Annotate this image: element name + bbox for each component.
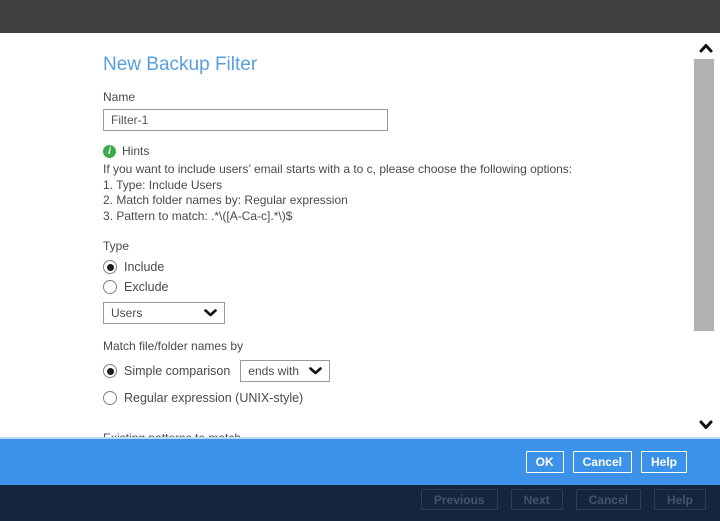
hint-step-3: 3. Pattern to match: .*\([A-Ca-c].*\)$ [103,209,633,225]
radio-regex-label: Regular expression (UNIX-style) [124,391,303,405]
scroll-up-icon[interactable] [699,40,713,58]
type-target-select[interactable]: Users [103,302,225,324]
wizard-nav-bar: Previous Next Cancel Help [0,485,720,521]
radio-exclude-control[interactable] [103,280,117,294]
top-bar [0,0,720,33]
ok-button[interactable]: OK [526,451,564,473]
wizard-cancel-button[interactable]: Cancel [576,489,641,510]
new-backup-filter-dialog: New Backup Filter Name i Hints If you wa… [103,33,633,477]
cancel-button[interactable]: Cancel [573,451,632,473]
info-icon: i [103,145,116,158]
previous-button[interactable]: Previous [421,489,498,510]
hint-step-2: 2. Match folder names by: Regular expres… [103,193,633,209]
chevron-down-icon [204,306,217,320]
dialog-action-bar: OK Cancel Help [0,437,720,485]
radio-simple-control[interactable] [103,364,117,378]
radio-simple-label: Simple comparison [124,364,230,378]
radio-simple-comparison[interactable]: Simple comparison ends with [103,360,633,382]
comparison-value: ends with [248,364,299,378]
type-target-value: Users [111,306,142,320]
page-title: New Backup Filter [103,53,633,77]
type-label: Type [103,239,633,254]
chevron-down-icon [309,364,322,378]
hint-intro: If you want to include users’ email star… [103,162,633,178]
radio-exclude-label: Exclude [124,280,168,294]
hints-title: Hints [122,144,149,158]
comparison-select[interactable]: ends with [240,360,330,382]
radio-include[interactable]: Include [103,260,633,274]
scroll-down-icon[interactable] [699,417,713,435]
radio-include-label: Include [124,260,164,274]
radio-exclude[interactable]: Exclude [103,280,633,294]
next-button[interactable]: Next [511,489,563,510]
name-input[interactable] [103,109,388,131]
name-label: Name [103,90,633,105]
radio-regex-control[interactable] [103,391,117,405]
wizard-help-button[interactable]: Help [654,489,706,510]
help-button[interactable]: Help [641,451,687,473]
hints-header: i Hints [103,144,633,158]
radio-regular-expression[interactable]: Regular expression (UNIX-style) [103,391,633,405]
radio-include-control[interactable] [103,260,117,274]
hint-step-1: 1. Type: Include Users [103,178,633,194]
match-by-label: Match file/folder names by [103,339,633,354]
scrollbar-thumb[interactable] [694,59,714,331]
